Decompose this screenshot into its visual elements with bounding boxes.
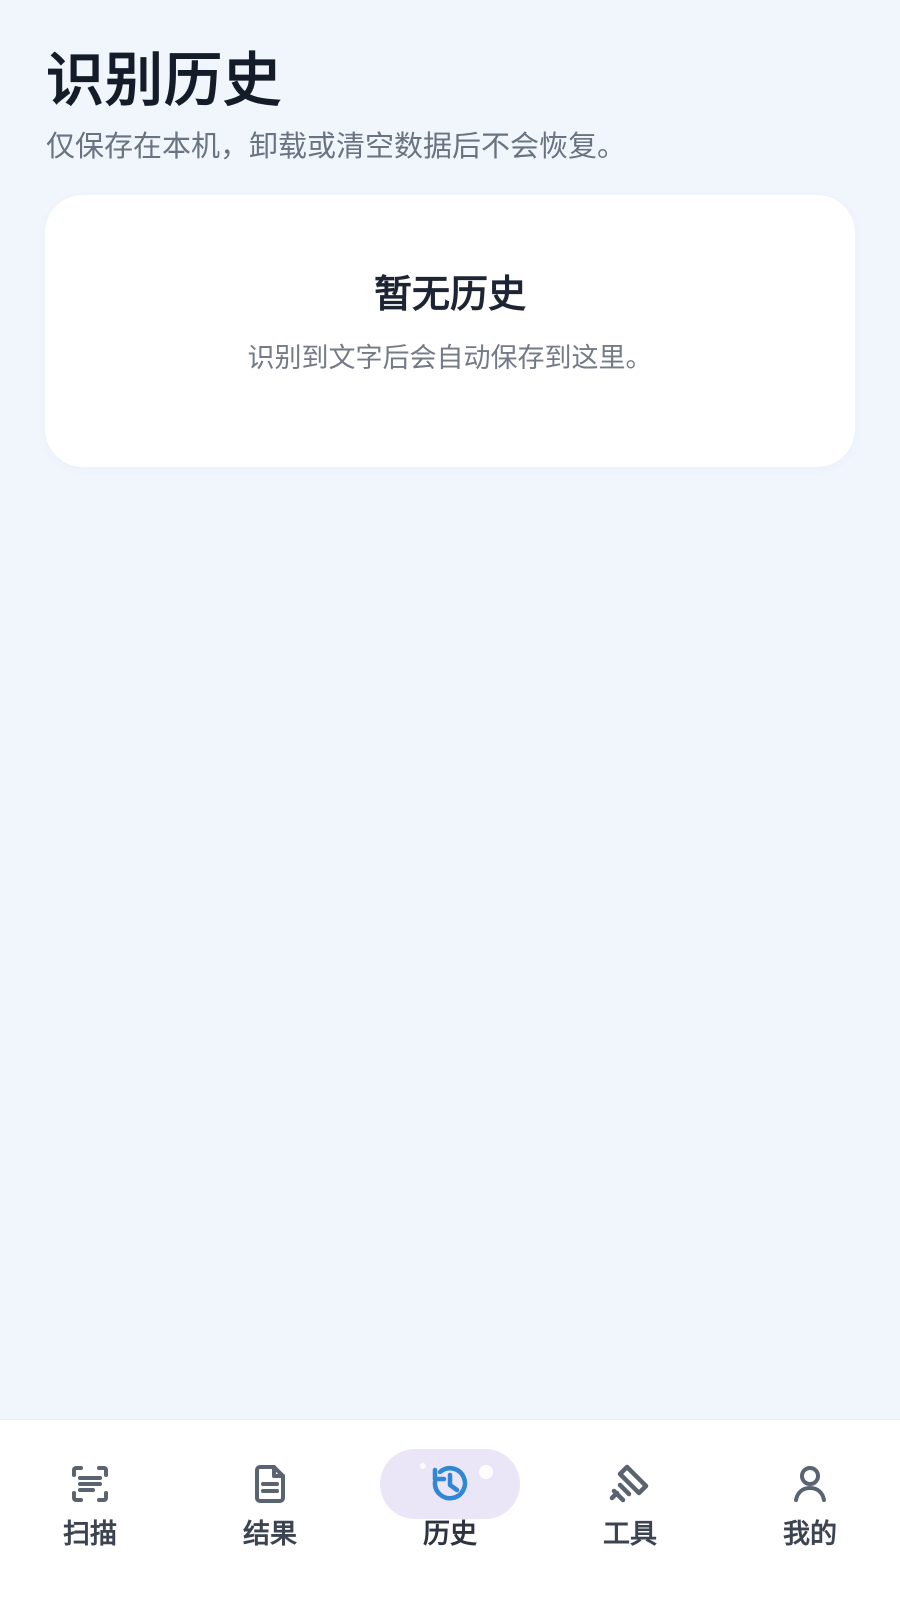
profile-icon-container xyxy=(740,1449,880,1519)
history-icon-container xyxy=(380,1449,520,1519)
document-icon-container xyxy=(200,1449,340,1519)
tab-tools-label: 工具 xyxy=(603,1519,657,1550)
tab-result-label: 结果 xyxy=(243,1519,297,1550)
decorative-dot xyxy=(420,1463,426,1469)
tab-scan[interactable]: 扫描 xyxy=(0,1420,180,1600)
bottom-navigation: 扫描 结果 历史 工具 我的 xyxy=(0,1420,900,1600)
empty-history-card: 暂无历史 识别到文字后会自动保存到这里。 xyxy=(45,195,855,467)
tools-icon-container xyxy=(560,1449,700,1519)
tab-history-label: 历史 xyxy=(423,1519,477,1550)
page-subtitle: 仅保存在本机，卸载或清空数据后不会恢复。 xyxy=(46,129,627,163)
tab-profile-label: 我的 xyxy=(783,1519,837,1550)
tools-icon xyxy=(609,1464,649,1503)
document-icon xyxy=(255,1465,285,1503)
scan-icon xyxy=(72,1466,108,1502)
tab-history[interactable]: 历史 xyxy=(360,1420,540,1600)
tab-profile[interactable]: 我的 xyxy=(720,1420,900,1600)
empty-state-title: 暂无历史 xyxy=(373,272,526,316)
tab-tools[interactable]: 工具 xyxy=(540,1420,720,1600)
history-icon xyxy=(432,1466,468,1501)
profile-icon xyxy=(794,1466,826,1502)
scan-icon-container xyxy=(20,1449,160,1519)
empty-state-description: 识别到文字后会自动保存到这里。 xyxy=(247,343,653,374)
page-title: 识别历史 xyxy=(46,46,283,114)
tab-scan-label: 扫描 xyxy=(63,1519,117,1550)
decorative-dot xyxy=(479,1465,493,1479)
page-header: 识别历史 仅保存在本机，卸载或清空数据后不会恢复。 xyxy=(46,42,854,166)
tab-result[interactable]: 结果 xyxy=(180,1420,360,1600)
